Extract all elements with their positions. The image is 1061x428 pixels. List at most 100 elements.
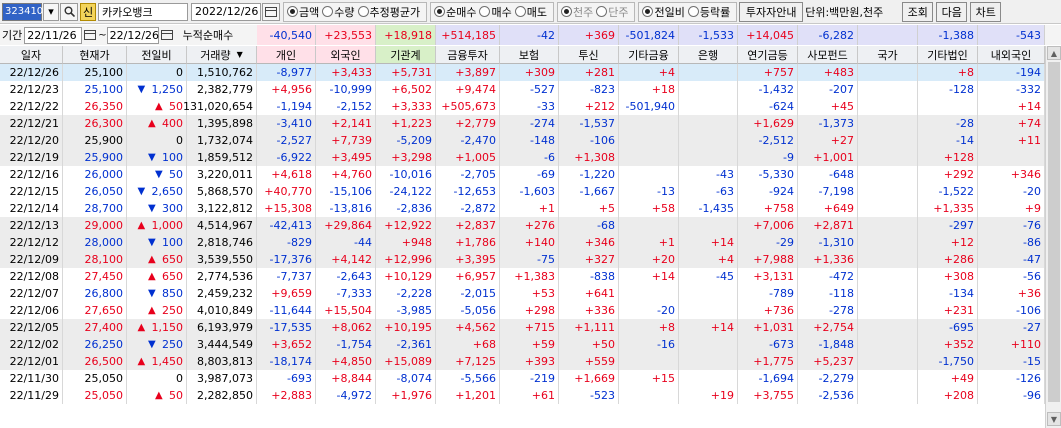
value-cell: +3,897 [436, 64, 500, 81]
cell-text: -75 [537, 253, 555, 266]
cell-text: +9,474 [455, 83, 496, 96]
scroll-up-icon[interactable]: ▲ [1047, 46, 1061, 60]
column-header[interactable]: 전일비 [127, 46, 187, 64]
cell-text: +14 [651, 270, 675, 283]
column-header[interactable]: 기타법인 [918, 46, 978, 64]
value-cell: +281 [559, 64, 619, 81]
next-button[interactable]: 다음 [936, 1, 968, 22]
investor-info-button[interactable]: 투자자안내 [739, 1, 804, 22]
table-row[interactable]: 22/12/21 26,300 ▲ 400 1,395,898 -3,410 +2,141 +… [0, 115, 1045, 132]
value-cell: -194 [978, 64, 1045, 81]
stock-code-input[interactable]: 323410 [2, 2, 43, 21]
radio-buy[interactable]: 매수 [479, 4, 512, 20]
column-header[interactable]: 기관계 [376, 46, 436, 64]
column-header[interactable]: 개인 [257, 46, 316, 64]
column-header[interactable]: 기타금융 [619, 46, 679, 64]
calendar-icon[interactable] [84, 30, 97, 40]
table-row[interactable]: 22/12/02 26,250 ▼ 250 3,444,549 +3,652 -1,754 -… [0, 336, 1045, 353]
radio-buy-label: 매수 [491, 5, 512, 19]
table-row[interactable]: 22/12/20 25,900 0 1,732,074 -2,527 +7,739 -5,2… [0, 132, 1045, 149]
column-header[interactable]: 연기금등 [738, 46, 798, 64]
cell-text: +2,779 [455, 117, 496, 130]
value-cell: +3,433 [316, 64, 376, 81]
radio-net-buy[interactable]: 순매수 [434, 4, 476, 20]
code-dropdown-button[interactable]: ▾ [43, 2, 59, 21]
value-cell [619, 217, 679, 234]
scroll-down-icon[interactable]: ▼ [1047, 412, 1061, 426]
radio-thousand-shares[interactable]: 천주 [560, 4, 593, 20]
cell-text: 29,000 [84, 219, 124, 232]
radio-single-shares[interactable]: 단주 [596, 4, 628, 20]
value-cell: -11,644 [257, 302, 316, 319]
cell-text: +59 [531, 338, 555, 351]
date-from-field[interactable]: 22/11/26 [24, 26, 83, 44]
table-row[interactable]: 22/12/19 25,900 ▼ 100 1,859,512 -6,922 +3,495 +… [0, 149, 1045, 166]
column-header[interactable]: 은행 [679, 46, 738, 64]
radio-amount[interactable]: 금액 [287, 4, 319, 20]
table-row[interactable]: 22/12/01 26,500 ▲ 1,450 8,803,813 -18,174 +4,8… [0, 353, 1045, 370]
value-cell: -47 [978, 251, 1045, 268]
table-row[interactable]: 22/12/16 26,000 ▼ 50 3,220,011 +4,618 +4,760 -1… [0, 166, 1045, 183]
table-row[interactable]: 22/12/15 26,050 ▼ 2,650 5,868,570 +40,770 -15,… [0, 183, 1045, 200]
stock-name-field[interactable]: 카카오뱅크 [98, 2, 188, 21]
column-header[interactable]: 금융투자 [436, 46, 500, 64]
value-cell: +15,089 [376, 353, 436, 370]
column-header[interactable]: 보험 [500, 46, 559, 64]
table-row[interactable]: 22/12/08 27,450 ▲ 650 2,774,536 -7,737 -2,643 +… [0, 268, 1045, 285]
table-row[interactable]: 22/12/14 28,700 ▼ 300 3,122,812 +15,308 -13,81… [0, 200, 1045, 217]
vertical-scrollbar[interactable]: ▲ ▼ [1045, 46, 1061, 428]
triangle-up-icon: ▲ [148, 254, 156, 265]
value-cell: -69 [500, 166, 559, 183]
chart-button[interactable]: 차트 [970, 1, 1002, 22]
column-header[interactable]: 내외국인 [978, 46, 1045, 64]
table-row[interactable]: 22/12/07 26,800 ▼ 850 2,459,232 +9,659 -7,333 -… [0, 285, 1045, 302]
value-cell: 1,510,762 [187, 64, 257, 81]
cell-text: +3,495 [331, 151, 372, 164]
cell-text: -42,413 [269, 219, 312, 232]
table-row[interactable]: 22/11/30 25,050 0 3,987,073 -693 +8,844 -8,074… [0, 370, 1045, 387]
table-row[interactable]: 22/12/09 28,100 ▲ 650 3,539,550 -17,376 +4,142… [0, 251, 1045, 268]
column-header[interactable]: 국가 [858, 46, 918, 64]
date-picker-button[interactable] [262, 2, 280, 21]
table-row[interactable]: 22/12/12 28,000 ▼ 100 2,818,746 -829 -44 +948 +1… [0, 234, 1045, 251]
cell-text: +1,786 [455, 236, 496, 249]
scroll-thumb[interactable] [1048, 62, 1060, 402]
cell-text: 22/11/30 [9, 372, 59, 385]
change-cell: ▲ 400 [127, 115, 187, 132]
value-cell: +40,770 [257, 183, 316, 200]
search-button[interactable] [60, 2, 78, 21]
calendar-icon[interactable] [160, 30, 173, 40]
sort-down-icon[interactable]: ▼ [237, 50, 243, 59]
date-to-field[interactable]: 22/12/26 [106, 26, 159, 44]
cell-text: -1,537 [579, 117, 615, 130]
table-row[interactable]: 22/12/23 25,100 ▼ 1,250 2,382,779 +4,956 -10,9… [0, 81, 1045, 98]
radio-quantity[interactable]: 수량 [322, 4, 355, 20]
column-header[interactable]: 일자 [0, 46, 63, 64]
value-cell [918, 98, 978, 115]
column-header[interactable]: 외국인 [316, 46, 376, 64]
value-cell: +1,005 [436, 149, 500, 166]
date-cell: 22/12/07 [0, 285, 63, 302]
cell-text: +110 [1010, 338, 1041, 351]
query-button[interactable]: 조회 [902, 1, 934, 22]
column-header[interactable]: 현재가 [63, 46, 127, 64]
triangle-down-icon: ▼ [137, 84, 146, 95]
cell-text: +20 [651, 253, 675, 266]
table-row[interactable]: 22/12/05 27,400 ▲ 1,150 6,193,979 -17,535 +8,0… [0, 319, 1045, 336]
radio-estimated-avg[interactable]: 추정평균가 [357, 4, 420, 20]
table-row[interactable]: 22/12/06 27,650 ▲ 250 4,010,849 -11,644 +15,50… [0, 302, 1045, 319]
table-row[interactable]: 22/12/22 26,350 ▲ 50 131,020,654 -1,194 -2,152… [0, 98, 1045, 115]
column-header[interactable]: 사모펀드 [798, 46, 858, 64]
cell-text: -5,330 [758, 168, 794, 181]
radio-sell[interactable]: 매도 [514, 4, 547, 20]
cell-text: +2,871 [813, 219, 854, 232]
radio-prev-day[interactable]: 전일비 [642, 4, 685, 20]
table-row[interactable]: 22/12/26 25,100 0 1,510,762 -8,977 +3,433 +5,7… [0, 64, 1045, 81]
value-cell: +308 [918, 268, 978, 285]
date-field[interactable]: 2022/12/26 [191, 2, 261, 21]
radio-change-rate[interactable]: 등락률 [687, 4, 730, 20]
table-row[interactable]: 22/11/29 25,050 ▲ 50 2,282,850 +2,883 -4,972 +1… [0, 387, 1045, 404]
column-header[interactable]: 투신 [559, 46, 619, 64]
column-header[interactable]: 거래량 ▼ [187, 46, 257, 64]
table-row[interactable]: 22/12/13 29,000 ▲ 1,000 4,514,967 -42,413 +29,… [0, 217, 1045, 234]
